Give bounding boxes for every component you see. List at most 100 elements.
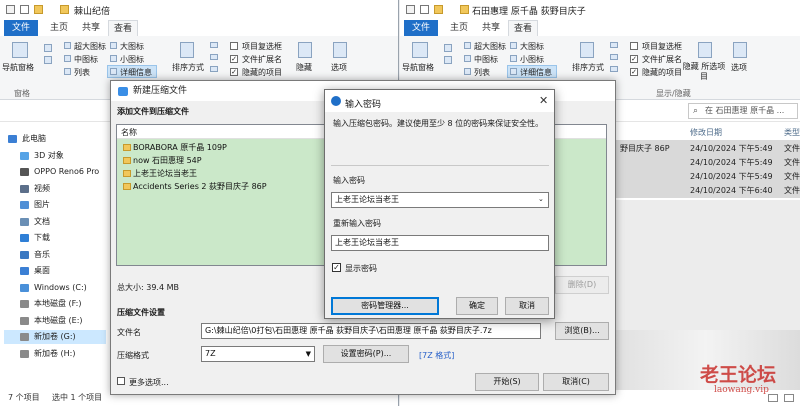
options-icon[interactable] xyxy=(733,42,747,58)
tab-home[interactable]: 主页 xyxy=(44,20,74,36)
sidebar-item[interactable]: Windows (C:) xyxy=(4,281,106,295)
more-options-checkbox[interactable] xyxy=(117,377,125,385)
hidden-items-checkbox[interactable]: ✓ xyxy=(230,68,238,76)
chevron-down-icon[interactable]: ⌄ xyxy=(538,195,544,203)
list-option[interactable]: 列表 xyxy=(474,67,490,78)
item-checkbox-checkbox[interactable] xyxy=(230,42,238,50)
tab-share[interactable]: 共享 xyxy=(476,20,506,36)
small-icons-option[interactable]: 小图标 xyxy=(520,54,544,65)
sidebar-item[interactable]: 此电脑 xyxy=(4,132,106,146)
confirm-password-input[interactable]: 上老王论坛当老王 xyxy=(331,235,549,251)
hide-button[interactable]: 隐藏 xyxy=(296,62,312,73)
details-option[interactable]: 详细信息 xyxy=(120,67,152,78)
sidebar-item[interactable]: 音乐 xyxy=(4,248,106,262)
sidebar-item[interactable]: 下载 xyxy=(4,231,106,245)
hide-selected-icon[interactable] xyxy=(698,42,712,58)
size-columns-icon[interactable] xyxy=(610,66,618,72)
sidebar-item[interactable]: 新加卷 (H:) xyxy=(4,347,106,361)
item-checkbox-checkbox[interactable] xyxy=(630,42,638,50)
format-select[interactable]: 7Z ▼ xyxy=(201,346,315,362)
table-row-name[interactable]: 野目庆子 86P xyxy=(620,142,670,156)
properties-icon[interactable] xyxy=(420,5,429,14)
details-pane-icon[interactable] xyxy=(444,56,452,64)
preview-pane-icon[interactable] xyxy=(444,44,452,52)
set-password-button[interactable]: 设置密码(P)... xyxy=(323,345,409,363)
preview-pane-icon[interactable] xyxy=(44,44,52,52)
sidebar-item[interactable]: 文档 xyxy=(4,215,106,229)
show-password-checkbox[interactable]: ✓ xyxy=(332,263,341,272)
extra-large-icons-option[interactable]: 超大图标 xyxy=(474,41,506,52)
password-input[interactable]: 上老王论坛当老王 xyxy=(331,192,549,208)
sort-by-button[interactable]: 排序方式 xyxy=(572,62,604,73)
format-link[interactable]: [7Z 格式] xyxy=(419,350,454,361)
quick-access-icon[interactable] xyxy=(406,5,415,14)
sidebar-item[interactable]: 新加卷 (G:) xyxy=(4,330,106,344)
size-columns-icon[interactable] xyxy=(210,66,218,72)
cancel-button[interactable]: 取消(C) xyxy=(543,373,609,391)
close-icon[interactable]: ✕ xyxy=(539,94,548,107)
sidebar-item[interactable]: 视频 xyxy=(4,182,106,196)
column-name[interactable]: 名称 xyxy=(121,127,137,138)
sidebar-item[interactable]: 桌面 xyxy=(4,264,106,278)
details-pane-icon[interactable] xyxy=(44,56,52,64)
list-item[interactable]: 上老王论坛当老王 xyxy=(121,167,197,180)
small-icons-option[interactable]: 小图标 xyxy=(120,54,144,65)
file-ext-checkbox[interactable]: ✓ xyxy=(630,55,638,63)
search-input[interactable]: 在 石田惠理 原千晶 ... xyxy=(688,103,798,119)
add-columns-icon[interactable] xyxy=(210,54,218,60)
tab-view[interactable]: 查看 xyxy=(108,20,138,36)
tab-home[interactable]: 主页 xyxy=(444,20,474,36)
options-button[interactable]: 选项 xyxy=(731,62,747,73)
navigation-pane-icon[interactable] xyxy=(12,42,28,58)
new-folder-icon[interactable] xyxy=(34,5,43,14)
ok-button[interactable]: 确定 xyxy=(456,297,498,315)
details-option[interactable]: 详细信息 xyxy=(520,67,552,78)
sort-by-icon[interactable] xyxy=(180,42,194,58)
hide-selected-icon[interactable] xyxy=(298,42,312,58)
medium-icons-option[interactable]: 中图标 xyxy=(474,54,498,65)
start-button[interactable]: 开始(S) xyxy=(475,373,539,391)
new-folder-icon[interactable] xyxy=(434,5,443,14)
sidebar-item[interactable]: 本地磁盘 (E:) xyxy=(4,314,106,328)
list-option[interactable]: 列表 xyxy=(74,67,90,78)
sidebar-item[interactable]: 图片 xyxy=(4,198,106,212)
file-ext-checkbox[interactable]: ✓ xyxy=(230,55,238,63)
password-cancel-button[interactable]: 取消 xyxy=(505,297,549,315)
add-columns-icon[interactable] xyxy=(610,54,618,60)
options-button[interactable]: 选项 xyxy=(331,62,347,73)
medium-icons-option[interactable]: 中图标 xyxy=(74,54,98,65)
nav-pane-button[interactable]: 导航窗格 xyxy=(402,62,434,73)
column-modified[interactable]: 修改日期 xyxy=(690,127,722,138)
password-manager-button[interactable]: 密码管理器... xyxy=(331,297,439,315)
tab-file[interactable]: 文件 xyxy=(404,20,438,36)
large-icons-view-icon[interactable] xyxy=(784,394,794,402)
group-by-icon[interactable] xyxy=(210,42,218,48)
hide-selected-button[interactable]: 隐藏 所选项目 xyxy=(680,62,728,82)
tab-file[interactable]: 文件 xyxy=(4,20,38,36)
sort-by-button[interactable]: 排序方式 xyxy=(172,62,204,73)
navigation-pane-icon[interactable] xyxy=(412,42,428,58)
extra-large-icons-option[interactable]: 超大图标 xyxy=(74,41,106,52)
options-icon[interactable] xyxy=(333,42,347,58)
quick-access-icon[interactable] xyxy=(6,5,15,14)
sidebar-item[interactable]: OPPO Reno6 Pro xyxy=(4,165,106,179)
list-item[interactable]: Accidents Series 2 荻野目庆子 86P xyxy=(121,180,267,193)
list-item[interactable]: now 石田惠理 54P xyxy=(121,154,202,167)
list-item[interactable]: BORABORA 原千晶 109P xyxy=(121,141,227,154)
sidebar-item[interactable]: 本地磁盘 (F:) xyxy=(4,297,106,311)
large-icons-option[interactable]: 大图标 xyxy=(520,41,544,52)
column-type[interactable]: 类型 xyxy=(784,127,800,138)
tab-share[interactable]: 共享 xyxy=(76,20,106,36)
filename-input[interactable]: G:\棘山纪倍\0打包\石田惠理 原千晶 荻野目庆子\石田惠理 原千晶 荻野目庆… xyxy=(201,323,541,339)
browse-button[interactable]: 浏览(B)... xyxy=(555,322,609,340)
large-icons-option[interactable]: 大图标 xyxy=(120,41,144,52)
delete-button[interactable]: 删除(D) xyxy=(555,276,609,294)
group-by-icon[interactable] xyxy=(610,42,618,48)
properties-icon[interactable] xyxy=(20,5,29,14)
nav-pane-button[interactable]: 导航窗格 xyxy=(2,62,34,73)
details-view-icon[interactable] xyxy=(768,394,778,402)
sort-by-icon[interactable] xyxy=(580,42,594,58)
tab-view[interactable]: 查看 xyxy=(508,20,538,36)
sidebar-item[interactable]: 3D 对象 xyxy=(4,149,106,163)
hidden-items-checkbox[interactable]: ✓ xyxy=(630,68,638,76)
